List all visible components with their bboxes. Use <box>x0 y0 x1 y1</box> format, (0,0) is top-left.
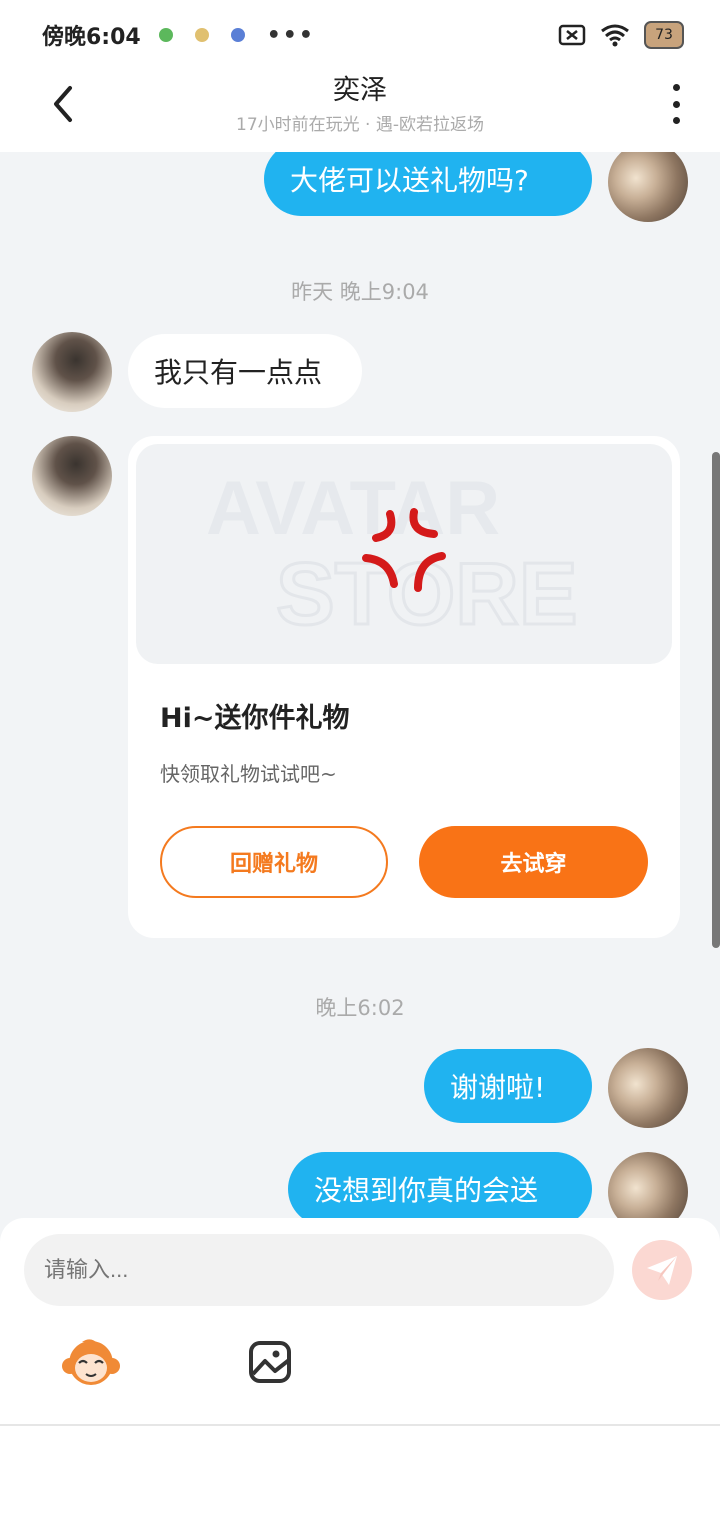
contact-avatar[interactable] <box>32 332 112 412</box>
chat-messages[interactable]: 大佬可以送礼物吗? 昨天 晚上9:04 我只有一点点 AVATAR STORE … <box>0 152 720 1218</box>
try-on-button[interactable]: 去试穿 <box>419 826 648 898</box>
my-avatar[interactable] <box>608 1152 688 1218</box>
scrollbar[interactable] <box>712 452 720 948</box>
notification-app-icon <box>230 28 245 42</box>
message-bubble-outgoing[interactable]: 没想到你真的会送 <box>288 1152 592 1218</box>
paper-plane-icon <box>647 1256 677 1285</box>
chat-title: 奕泽 <box>333 75 387 106</box>
chat-header: 奕泽 17小时前在玩光 · 遇-欧若拉返场 <box>0 70 720 152</box>
sim-off-icon <box>558 24 586 46</box>
gift-title: Hi~送你件礼物 <box>160 703 350 734</box>
my-avatar[interactable] <box>608 152 688 222</box>
message-input[interactable] <box>24 1234 614 1306</box>
message-text: 谢谢啦! <box>450 1071 546 1104</box>
message-text: 大佬可以送礼物吗? <box>290 164 529 197</box>
emoji-button[interactable] <box>62 1338 120 1392</box>
timestamp: 晚上6:02 <box>315 996 405 1020</box>
message-text: 我只有一点点 <box>154 356 323 389</box>
chat-subtitle: 17小时前在玩光 · 遇-欧若拉返场 <box>236 115 484 135</box>
back-button[interactable] <box>46 84 80 124</box>
more-vertical-icon <box>672 84 680 91</box>
my-avatar[interactable] <box>608 1048 688 1128</box>
return-gift-button[interactable]: 回赠礼物 <box>160 826 388 898</box>
more-options-button[interactable] <box>668 84 684 124</box>
message-bubble-outgoing[interactable]: 大佬可以送礼物吗? <box>264 152 592 216</box>
gift-card[interactable]: AVATAR STORE Hi~送你件礼物 快领取礼物试试吧~ 回赠礼物 去试穿 <box>128 436 680 938</box>
message-bubble-incoming[interactable]: 我只有一点点 <box>128 334 362 408</box>
chevron-left-icon <box>54 86 72 122</box>
svg-text:AVATAR: AVATAR <box>206 466 500 551</box>
gift-image: AVATAR STORE <box>136 444 672 664</box>
monkey-mascot-icon <box>62 1339 120 1385</box>
notification-app-icon <box>194 28 209 42</box>
message-text: 没想到你真的会送 <box>314 1174 539 1207</box>
status-time: 傍晚6:04 <box>42 25 141 50</box>
image-picker-button[interactable] <box>248 1340 292 1388</box>
notification-app-icon <box>158 28 173 42</box>
battery-indicator: 73 <box>644 21 684 49</box>
wifi-icon <box>601 24 629 47</box>
input-area <box>0 1218 720 1424</box>
system-nav-area <box>0 1426 720 1520</box>
timestamp: 昨天 晚上9:04 <box>291 280 429 304</box>
status-more: ••• <box>266 22 315 48</box>
angry-mark-icon <box>362 508 446 592</box>
image-icon <box>249 1341 291 1383</box>
contact-avatar[interactable] <box>32 436 112 516</box>
send-button[interactable] <box>632 1240 692 1300</box>
status-right: 73 <box>558 21 684 49</box>
gift-description: 快领取礼物试试吧~ <box>160 762 337 786</box>
status-bar: 傍晚6:04 ••• 73 <box>0 0 720 70</box>
message-bubble-outgoing[interactable]: 谢谢啦! <box>424 1049 592 1123</box>
